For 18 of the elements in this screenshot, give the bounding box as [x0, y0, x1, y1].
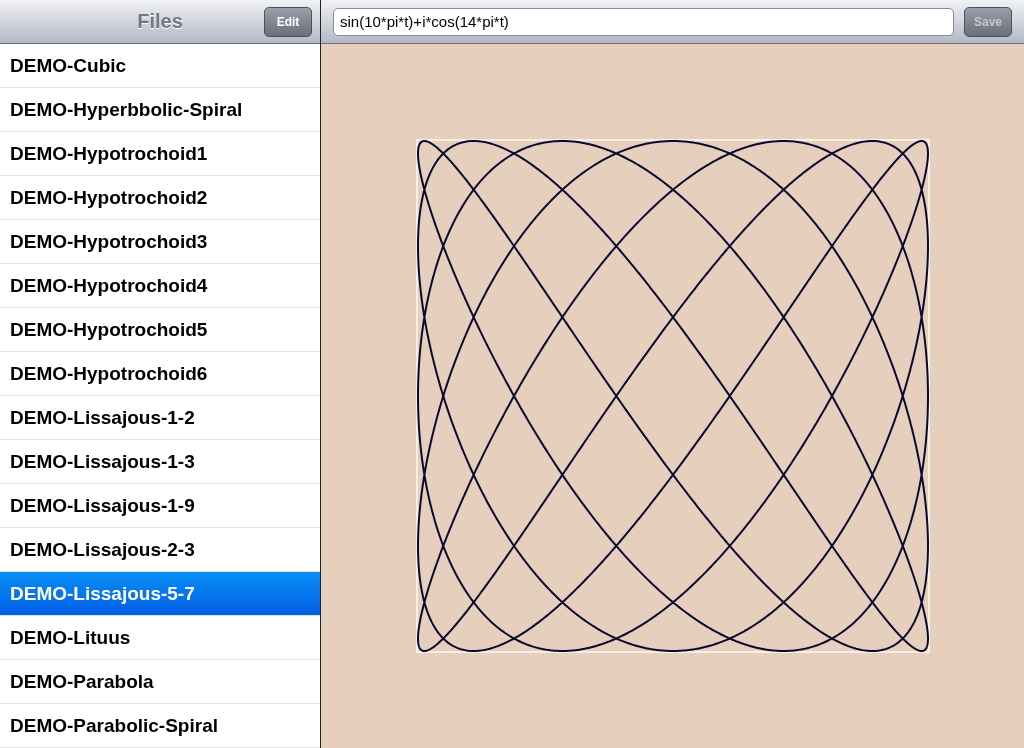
file-item[interactable]: DEMO-Parabola: [0, 660, 320, 704]
file-item[interactable]: DEMO-Lissajous-1-2: [0, 396, 320, 440]
file-item[interactable]: DEMO-Hypotrochoid3: [0, 220, 320, 264]
edit-button[interactable]: Edit: [264, 7, 312, 37]
file-item[interactable]: DEMO-Hypotrochoid5: [0, 308, 320, 352]
file-item[interactable]: DEMO-Lissajous-1-3: [0, 440, 320, 484]
file-item[interactable]: DEMO-Lituus: [0, 616, 320, 660]
file-item[interactable]: DEMO-Lissajous-5-7: [0, 572, 320, 616]
file-item[interactable]: DEMO-Cubic: [0, 44, 320, 88]
file-item[interactable]: DEMO-Lissajous-1-9: [0, 484, 320, 528]
file-item[interactable]: DEMO-Hyperbbolic-Spiral: [0, 88, 320, 132]
file-item[interactable]: DEMO-Hypotrochoid1: [0, 132, 320, 176]
file-item[interactable]: DEMO-Hypotrochoid2: [0, 176, 320, 220]
file-item[interactable]: DEMO-Hypotrochoid4: [0, 264, 320, 308]
file-item[interactable]: DEMO-Parabolic-Spiral: [0, 704, 320, 748]
expression-field[interactable]: sin(10*pi*t)+i*cos(14*pi*t): [333, 7, 954, 36]
sidebar-title: Files: [137, 10, 183, 33]
file-item[interactable]: DEMO-Hypotrochoid6: [0, 352, 320, 396]
